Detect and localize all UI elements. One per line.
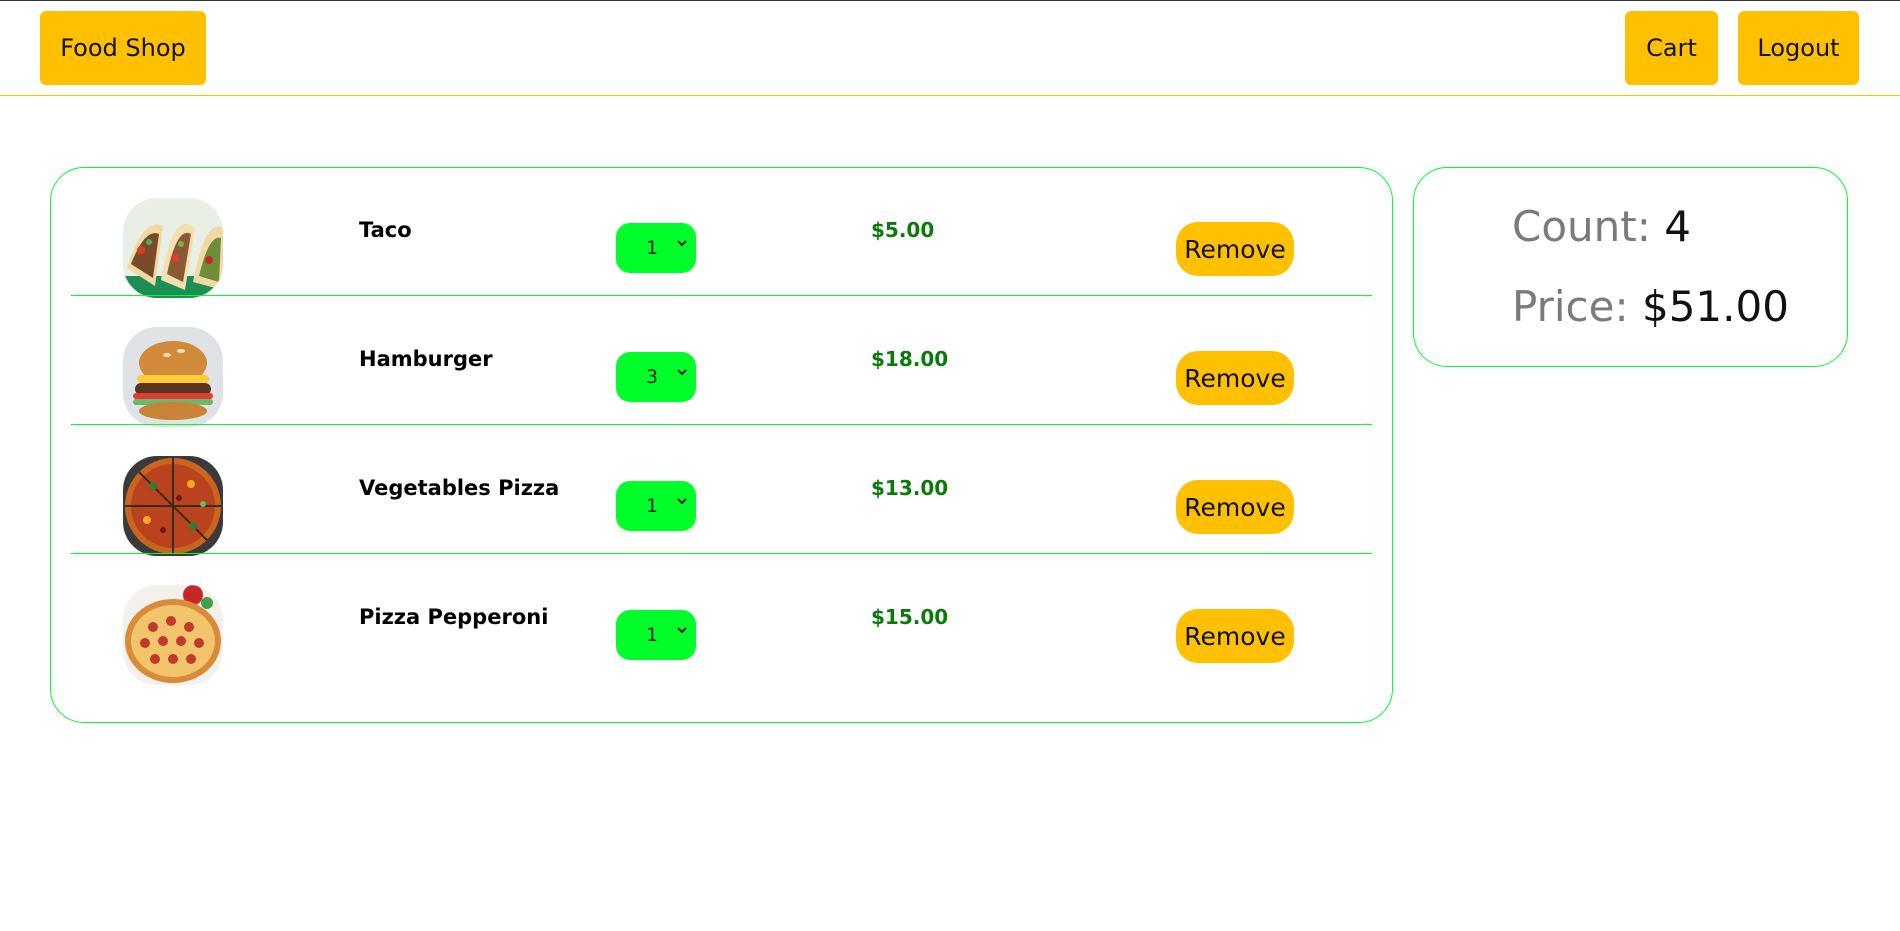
chevron-down-icon <box>676 366 688 382</box>
quantity-value: 1 <box>646 624 659 646</box>
row-divider <box>71 424 1372 425</box>
cart-item-row: Taco 1 $5.00 Remove <box>71 168 1372 298</box>
brand-button[interactable]: Food Shop <box>40 11 206 85</box>
vegetable-pizza-image <box>123 456 223 556</box>
count-value: 4 <box>1664 202 1691 251</box>
item-name: Taco <box>359 218 412 242</box>
cart-item-row: Vegetables Pizza 1 $13.00 Remove <box>71 426 1372 556</box>
cart-list: Taco 1 $5.00 Remove Hamburger 3 $18.00 R… <box>50 167 1393 723</box>
chevron-down-icon <box>676 624 688 640</box>
row-divider <box>71 553 1372 554</box>
count-line: Count: 4 <box>1512 202 1691 251</box>
count-label: Count: <box>1512 202 1651 251</box>
quantity-select[interactable]: 1 <box>616 223 696 273</box>
quantity-select[interactable]: 1 <box>616 481 696 531</box>
remove-button[interactable]: Remove <box>1176 222 1294 276</box>
row-divider <box>71 295 1372 296</box>
remove-button[interactable]: Remove <box>1176 351 1294 405</box>
item-name: Vegetables Pizza <box>359 476 560 500</box>
chevron-down-icon <box>676 495 688 511</box>
remove-button[interactable]: Remove <box>1176 609 1294 663</box>
item-name: Pizza Pepperoni <box>359 605 549 629</box>
logout-button[interactable]: Logout <box>1738 11 1859 85</box>
price-value: $51.00 <box>1641 282 1789 331</box>
quantity-value: 1 <box>646 237 659 259</box>
quantity-value: 1 <box>646 495 659 517</box>
price-line: Price: $51.00 <box>1512 282 1789 331</box>
navbar: Food Shop Cart Logout <box>0 1 1900 96</box>
price-label: Price: <box>1512 282 1629 331</box>
pepperoni-pizza-image <box>123 585 223 685</box>
cart-item-row: Hamburger 3 $18.00 Remove <box>71 297 1372 427</box>
order-summary: Count: 4 Price: $51.00 <box>1413 167 1848 367</box>
chevron-down-icon <box>676 237 688 253</box>
quantity-select[interactable]: 3 <box>616 352 696 402</box>
quantity-value: 3 <box>646 366 659 388</box>
quantity-select[interactable]: 1 <box>616 610 696 660</box>
taco-image <box>123 198 223 298</box>
cart-item-row: Pizza Pepperoni 1 $15.00 Remove <box>71 555 1372 685</box>
cart-button[interactable]: Cart <box>1625 11 1718 85</box>
item-price: $15.00 <box>871 605 949 629</box>
item-name: Hamburger <box>359 347 493 371</box>
hamburger-image <box>123 327 223 427</box>
item-price: $5.00 <box>871 218 935 242</box>
remove-button[interactable]: Remove <box>1176 480 1294 534</box>
item-price: $13.00 <box>871 476 949 500</box>
item-price: $18.00 <box>871 347 949 371</box>
